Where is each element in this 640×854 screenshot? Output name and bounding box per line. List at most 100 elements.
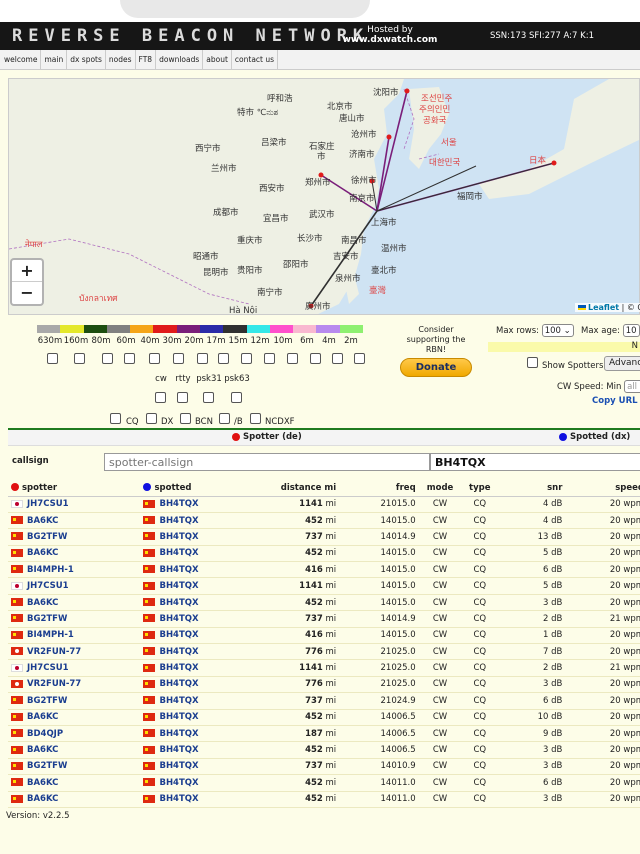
col-snr[interactable]: snr <box>499 480 567 497</box>
spotter-link[interactable]: BA6KC <box>27 778 58 788</box>
spotted-link[interactable]: BH4TQX <box>159 679 198 689</box>
spotted-callsign-input[interactable] <box>430 453 640 471</box>
zoom-in-button[interactable]: + <box>12 260 42 282</box>
col-speed[interactable]: speed <box>566 480 640 497</box>
spotted-link[interactable]: BH4TQX <box>159 729 198 739</box>
band-checkbox-2m[interactable] <box>354 353 365 364</box>
filter-checkbox-bcn[interactable] <box>180 413 191 424</box>
spotted-link[interactable]: BH4TQX <box>159 548 198 558</box>
mode-checkbox-psk31[interactable] <box>203 392 214 403</box>
nav-nodes[interactable]: nodes <box>106 50 136 69</box>
spotter-link[interactable]: BD4QJP <box>27 729 63 739</box>
nav-main[interactable]: main <box>41 50 68 69</box>
spotter-link[interactable]: BA6KC <box>27 745 58 755</box>
max-rows-select[interactable]: 100 ⌄ <box>541 324 574 337</box>
spotted-link[interactable]: BH4TQX <box>159 712 198 722</box>
band-checkbox-12m[interactable] <box>264 353 275 364</box>
spotter-link[interactable]: BI4MPH-1 <box>27 565 74 575</box>
dxwatch-link[interactable]: www.dxwatch.com <box>343 35 438 45</box>
cell-freq: 14015.0 <box>340 545 420 563</box>
spotter-link[interactable]: BA6KC <box>27 548 58 558</box>
col-type[interactable]: type <box>460 480 500 497</box>
spotter-link[interactable]: BG2TFW <box>27 532 67 542</box>
spotter-link[interactable]: VR2FUN-77 <box>27 647 81 657</box>
band-checkbox-30m[interactable] <box>173 353 184 364</box>
spots-map[interactable]: 呼和浩 北京市 沈阳市 조선민주 주의인민 공화국 特市 ℃ನುಶ 唐山市 沧州… <box>8 78 640 315</box>
cell-mode: CW <box>419 643 461 661</box>
band-checkbox-20m[interactable] <box>197 353 208 364</box>
mode-checkbox-rtty[interactable] <box>177 392 188 403</box>
spotter-link[interactable]: BA6KC <box>27 598 58 608</box>
spotted-link[interactable]: BH4TQX <box>159 499 198 509</box>
spotter-link[interactable]: BG2TFW <box>27 614 67 624</box>
spotted-link[interactable]: BH4TQX <box>159 745 198 755</box>
spotted-link[interactable]: BH4TQX <box>159 532 198 542</box>
band-checkbox-6m[interactable] <box>310 353 321 364</box>
advanced-button[interactable]: Advanc <box>604 356 640 371</box>
filter-checkbox-b[interactable] <box>219 413 230 424</box>
col-distance[interactable]: distance mi <box>262 480 341 497</box>
filter-checkbox-ncdxf[interactable] <box>250 413 261 424</box>
copy-url-button[interactable]: Copy URL t <box>592 396 640 406</box>
cell-mode: CW <box>419 725 461 743</box>
zoom-out-button[interactable]: − <box>12 282 42 304</box>
mode-checkbox-cw[interactable] <box>155 392 166 403</box>
show-spotters-checkbox[interactable] <box>527 357 538 368</box>
spotter-link[interactable]: BI4MPH-1 <box>27 630 74 640</box>
spotter-link[interactable]: JH7CSU1 <box>27 499 69 509</box>
col-spotted[interactable]: spotted <box>140 480 263 497</box>
band-checkbox-4m[interactable] <box>332 353 343 364</box>
spotter-link[interactable]: VR2FUN-77 <box>27 679 81 689</box>
spotter-link[interactable]: JH7CSU1 <box>27 663 69 673</box>
band-checkbox-10m[interactable] <box>287 353 298 364</box>
spotter-link[interactable]: BG2TFW <box>27 761 67 771</box>
cell-spotted: BH4TQX <box>140 577 263 595</box>
spotted-link[interactable]: BH4TQX <box>159 614 198 624</box>
mode-checkbox-psk63[interactable] <box>231 392 242 403</box>
nav-ft8[interactable]: FT8 <box>136 50 157 69</box>
site-logo[interactable]: REVERSE BEACON NETWORK <box>12 26 369 46</box>
spotter-link[interactable]: BA6KC <box>27 794 58 804</box>
map-label: 臺灣 <box>369 285 387 296</box>
col-spotter[interactable]: spotter <box>8 480 141 497</box>
spotter-link[interactable]: BA6KC <box>27 712 58 722</box>
cell-speed: 20 wpm <box>566 774 640 792</box>
spotted-link[interactable]: BH4TQX <box>159 630 198 640</box>
spotted-link[interactable]: BH4TQX <box>159 696 198 706</box>
spotted-link[interactable]: BH4TQX <box>159 598 198 608</box>
cell-snr: 2 dB <box>499 659 567 677</box>
cell-speed: 20 wpm <box>566 561 640 579</box>
band-checkbox-630m[interactable] <box>47 353 58 364</box>
nav-downloads[interactable]: downloads <box>156 50 204 69</box>
nav-dx-spots[interactable]: dx spots <box>67 50 106 69</box>
band-checkbox-15m[interactable] <box>241 353 252 364</box>
filter-checkbox-cq[interactable] <box>110 413 121 424</box>
spotted-link[interactable]: BH4TQX <box>159 663 198 673</box>
max-age-input[interactable]: 10 <box>622 324 640 337</box>
leaflet-link[interactable]: Leaflet <box>588 303 619 312</box>
spotter-link[interactable]: BG2TFW <box>27 696 67 706</box>
cw-speed-min-input[interactable]: all <box>624 380 640 393</box>
nav-welcome[interactable]: welcome <box>0 50 42 69</box>
band-checkbox-40m[interactable] <box>149 353 160 364</box>
spotted-link[interactable]: BH4TQX <box>159 581 198 591</box>
filter-checkbox-dx[interactable] <box>146 413 157 424</box>
band-checkbox-60m[interactable] <box>124 353 135 364</box>
col-mode[interactable]: mode <box>419 480 461 497</box>
col-freq[interactable]: freq <box>340 480 420 497</box>
spotted-link[interactable]: BH4TQX <box>159 761 198 771</box>
nav-contact-us[interactable]: contact us <box>232 50 279 69</box>
spotted-link[interactable]: BH4TQX <box>159 565 198 575</box>
donate-button[interactable]: Donate <box>400 358 472 377</box>
nav-about[interactable]: about <box>203 50 232 69</box>
spotted-link[interactable]: BH4TQX <box>159 647 198 657</box>
spotter-link[interactable]: BA6KC <box>27 516 58 526</box>
band-checkbox-80m[interactable] <box>102 353 113 364</box>
spotter-link[interactable]: JH7CSU1 <box>27 581 69 591</box>
band-checkbox-160m[interactable] <box>74 353 85 364</box>
spotted-link[interactable]: BH4TQX <box>159 778 198 788</box>
spotted-link[interactable]: BH4TQX <box>159 516 198 526</box>
band-checkbox-17m[interactable] <box>218 353 229 364</box>
spotted-link[interactable]: BH4TQX <box>159 794 198 804</box>
spotter-callsign-input[interactable] <box>104 453 430 471</box>
